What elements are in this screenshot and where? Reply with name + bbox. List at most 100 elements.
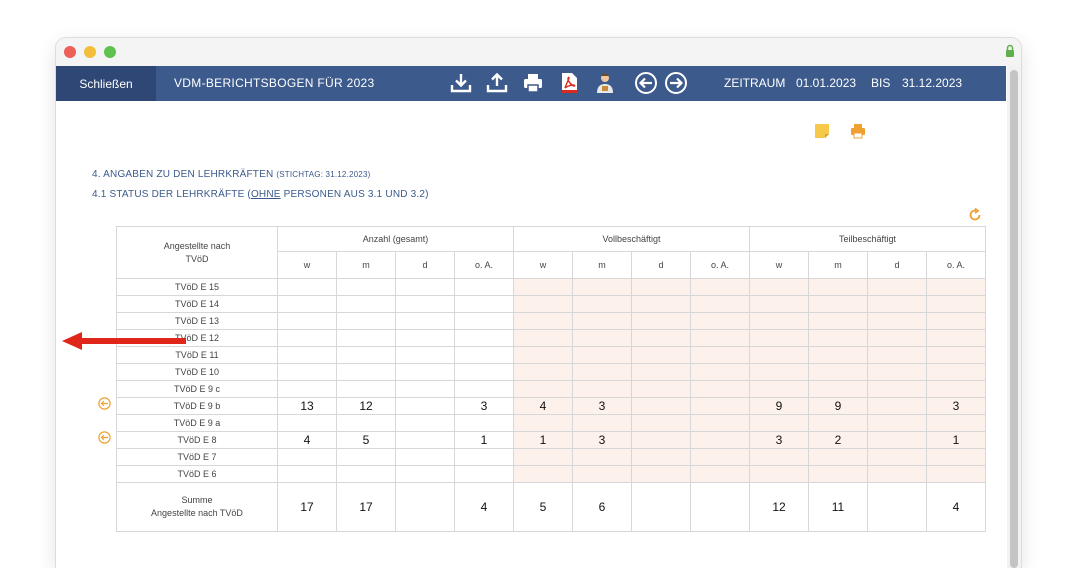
table-cell[interactable]: [277, 278, 337, 296]
table-cell[interactable]: [513, 414, 573, 432]
table-cell[interactable]: [631, 278, 691, 296]
table-cell[interactable]: [513, 295, 573, 313]
table-cell[interactable]: [631, 363, 691, 381]
table-cell[interactable]: 3: [454, 397, 514, 415]
table-cell[interactable]: 1: [454, 431, 514, 449]
table-cell[interactable]: [867, 465, 927, 483]
table-cell[interactable]: [454, 312, 514, 330]
table-cell[interactable]: 1: [926, 431, 986, 449]
table-cell[interactable]: [749, 465, 809, 483]
table-cell[interactable]: [513, 363, 573, 381]
table-cell[interactable]: [867, 278, 927, 296]
table-cell[interactable]: [631, 329, 691, 347]
table-cell[interactable]: [749, 312, 809, 330]
table-cell[interactable]: [690, 465, 750, 483]
table-cell[interactable]: [336, 329, 396, 347]
arrow-left-circle-icon[interactable]: [634, 71, 658, 95]
table-cell[interactable]: [336, 414, 396, 432]
table-cell[interactable]: [808, 329, 868, 347]
table-cell[interactable]: 3: [749, 431, 809, 449]
table-cell[interactable]: [454, 465, 514, 483]
table-cell[interactable]: [808, 295, 868, 313]
table-cell[interactable]: 3: [572, 397, 632, 415]
table-cell[interactable]: [631, 380, 691, 398]
table-cell[interactable]: [926, 329, 986, 347]
table-cell[interactable]: 1: [513, 431, 573, 449]
table-cell[interactable]: [395, 346, 455, 364]
table-cell[interactable]: [395, 448, 455, 466]
table-cell[interactable]: [749, 380, 809, 398]
table-cell[interactable]: [336, 363, 396, 381]
table-cell[interactable]: [631, 346, 691, 364]
table-cell[interactable]: [572, 312, 632, 330]
row-back-icon[interactable]: [98, 431, 111, 444]
table-cell[interactable]: [867, 312, 927, 330]
table-cell[interactable]: [336, 295, 396, 313]
table-cell[interactable]: [926, 346, 986, 364]
table-cell[interactable]: [395, 380, 455, 398]
table-cell[interactable]: [867, 363, 927, 381]
table-cell[interactable]: [395, 312, 455, 330]
table-cell[interactable]: [572, 346, 632, 364]
table-cell[interactable]: [395, 465, 455, 483]
table-cell[interactable]: 9: [808, 397, 868, 415]
table-cell[interactable]: [336, 346, 396, 364]
table-cell[interactable]: 3: [572, 431, 632, 449]
table-cell[interactable]: [336, 312, 396, 330]
table-cell[interactable]: [690, 448, 750, 466]
table-cell[interactable]: [395, 431, 455, 449]
table-cell[interactable]: [749, 363, 809, 381]
table-cell[interactable]: [926, 278, 986, 296]
table-cell[interactable]: [690, 431, 750, 449]
table-cell[interactable]: [454, 363, 514, 381]
table-cell[interactable]: [926, 312, 986, 330]
table-cell[interactable]: [690, 278, 750, 296]
table-cell[interactable]: [572, 295, 632, 313]
table-cell[interactable]: [808, 448, 868, 466]
table-cell[interactable]: [336, 380, 396, 398]
table-cell[interactable]: [395, 363, 455, 381]
table-cell[interactable]: [926, 380, 986, 398]
table-cell[interactable]: [808, 363, 868, 381]
window-zoom-dot[interactable]: [104, 46, 116, 58]
table-cell[interactable]: [867, 397, 927, 415]
table-cell[interactable]: [513, 346, 573, 364]
close-button[interactable]: Schließen: [56, 66, 156, 101]
table-cell[interactable]: [277, 380, 337, 398]
table-cell[interactable]: [631, 465, 691, 483]
table-cell[interactable]: 5: [336, 431, 396, 449]
scrollbar-thumb[interactable]: [1010, 70, 1018, 568]
table-cell[interactable]: [631, 312, 691, 330]
table-cell[interactable]: [808, 312, 868, 330]
table-cell[interactable]: [572, 465, 632, 483]
pdf-icon[interactable]: [557, 71, 581, 95]
table-cell[interactable]: [336, 278, 396, 296]
date-from[interactable]: 01.01.2023: [796, 66, 856, 101]
table-cell[interactable]: [867, 448, 927, 466]
print-icon[interactable]: [521, 71, 545, 95]
table-cell[interactable]: [513, 329, 573, 347]
table-cell[interactable]: [690, 346, 750, 364]
table-cell[interactable]: [572, 380, 632, 398]
table-cell[interactable]: [867, 380, 927, 398]
table-cell[interactable]: [808, 414, 868, 432]
table-cell[interactable]: [572, 278, 632, 296]
table-cell[interactable]: 13: [277, 397, 337, 415]
upload-icon[interactable]: [485, 71, 509, 95]
table-cell[interactable]: [690, 363, 750, 381]
table-cell[interactable]: [926, 414, 986, 432]
table-cell[interactable]: [513, 380, 573, 398]
table-cell[interactable]: [513, 465, 573, 483]
refresh-icon[interactable]: [968, 208, 982, 222]
table-cell[interactable]: [926, 448, 986, 466]
download-icon[interactable]: [449, 71, 473, 95]
table-cell[interactable]: [749, 414, 809, 432]
table-cell[interactable]: 4: [513, 397, 573, 415]
table-cell[interactable]: [395, 397, 455, 415]
table-cell[interactable]: [277, 295, 337, 313]
table-cell[interactable]: [454, 414, 514, 432]
table-cell[interactable]: [631, 431, 691, 449]
table-cell[interactable]: [867, 414, 927, 432]
table-cell[interactable]: [454, 346, 514, 364]
table-cell[interactable]: 3: [926, 397, 986, 415]
